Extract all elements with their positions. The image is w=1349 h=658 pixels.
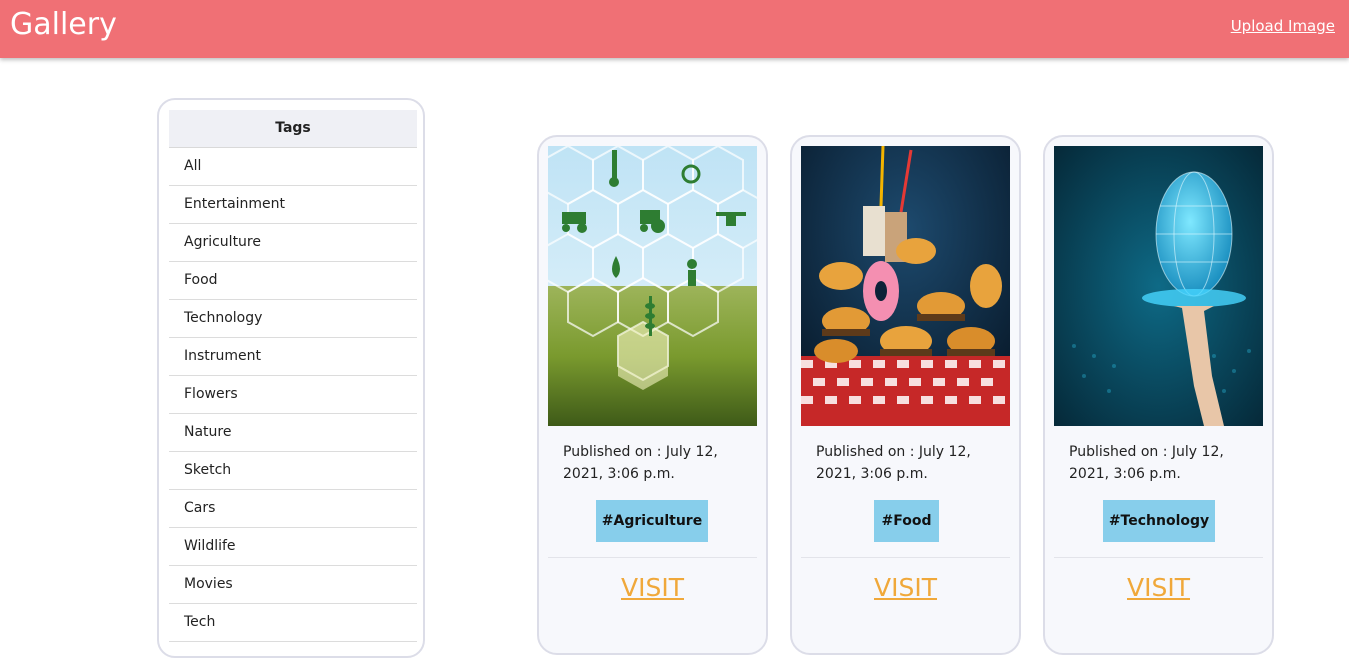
tag-list: All Entertainment Agriculture Food Techn… (169, 148, 417, 642)
visit-link[interactable]: VISIT (792, 573, 1019, 602)
tag-item-flowers[interactable]: Flowers (169, 376, 417, 414)
published-date: Published on : July 12, 2021, 3:06 p.m. (1069, 444, 1224, 482)
food-image[interactable] (801, 146, 1010, 426)
tags-sidebar: Tags All Entertainment Agriculture Food … (157, 98, 425, 658)
tag-item-technology[interactable]: Technology (169, 300, 417, 338)
navbar: Gallery Upload Image (0, 0, 1349, 58)
food-illustration (801, 146, 1010, 426)
tag-item-cars[interactable]: Cars (169, 490, 417, 528)
visit-link[interactable]: VISIT (539, 573, 766, 602)
technology-image[interactable] (1054, 146, 1263, 426)
tag-item-tech[interactable]: Tech (169, 604, 417, 642)
published-date: Published on : July 12, 2021, 3:06 p.m. (563, 444, 718, 482)
agriculture-illustration (548, 146, 757, 426)
upload-image-link[interactable]: Upload Image (1231, 17, 1335, 35)
gallery-card: Published on : July 12, 2021, 3:06 p.m. … (790, 135, 1021, 655)
tag-badge[interactable]: #Food (874, 500, 939, 542)
tag-item-sketch[interactable]: Sketch (169, 452, 417, 490)
tag-item-movies[interactable]: Movies (169, 566, 417, 604)
gallery-card: Published on : July 12, 2021, 3:06 p.m. … (1043, 135, 1274, 655)
tag-item-nature[interactable]: Nature (169, 414, 417, 452)
card-divider (1054, 557, 1263, 558)
card-divider (801, 557, 1010, 558)
published-date: Published on : July 12, 2021, 3:06 p.m. (816, 444, 971, 482)
tag-item-agriculture[interactable]: Agriculture (169, 224, 417, 262)
tag-item-entertainment[interactable]: Entertainment (169, 186, 417, 224)
app-title[interactable]: Gallery (10, 7, 117, 42)
gallery-card: Published on : July 12, 2021, 3:06 p.m. … (537, 135, 768, 655)
tag-item-instrument[interactable]: Instrument (169, 338, 417, 376)
tag-item-all[interactable]: All (169, 148, 417, 186)
tag-item-food[interactable]: Food (169, 262, 417, 300)
tag-badge[interactable]: #Agriculture (596, 500, 708, 542)
agriculture-image[interactable] (548, 146, 757, 426)
tag-item-wildlife[interactable]: Wildlife (169, 528, 417, 566)
visit-link[interactable]: VISIT (1045, 573, 1272, 602)
tags-heading: Tags (169, 110, 417, 148)
card-divider (548, 557, 757, 558)
technology-illustration (1054, 146, 1263, 426)
tag-badge[interactable]: #Technology (1103, 500, 1215, 542)
